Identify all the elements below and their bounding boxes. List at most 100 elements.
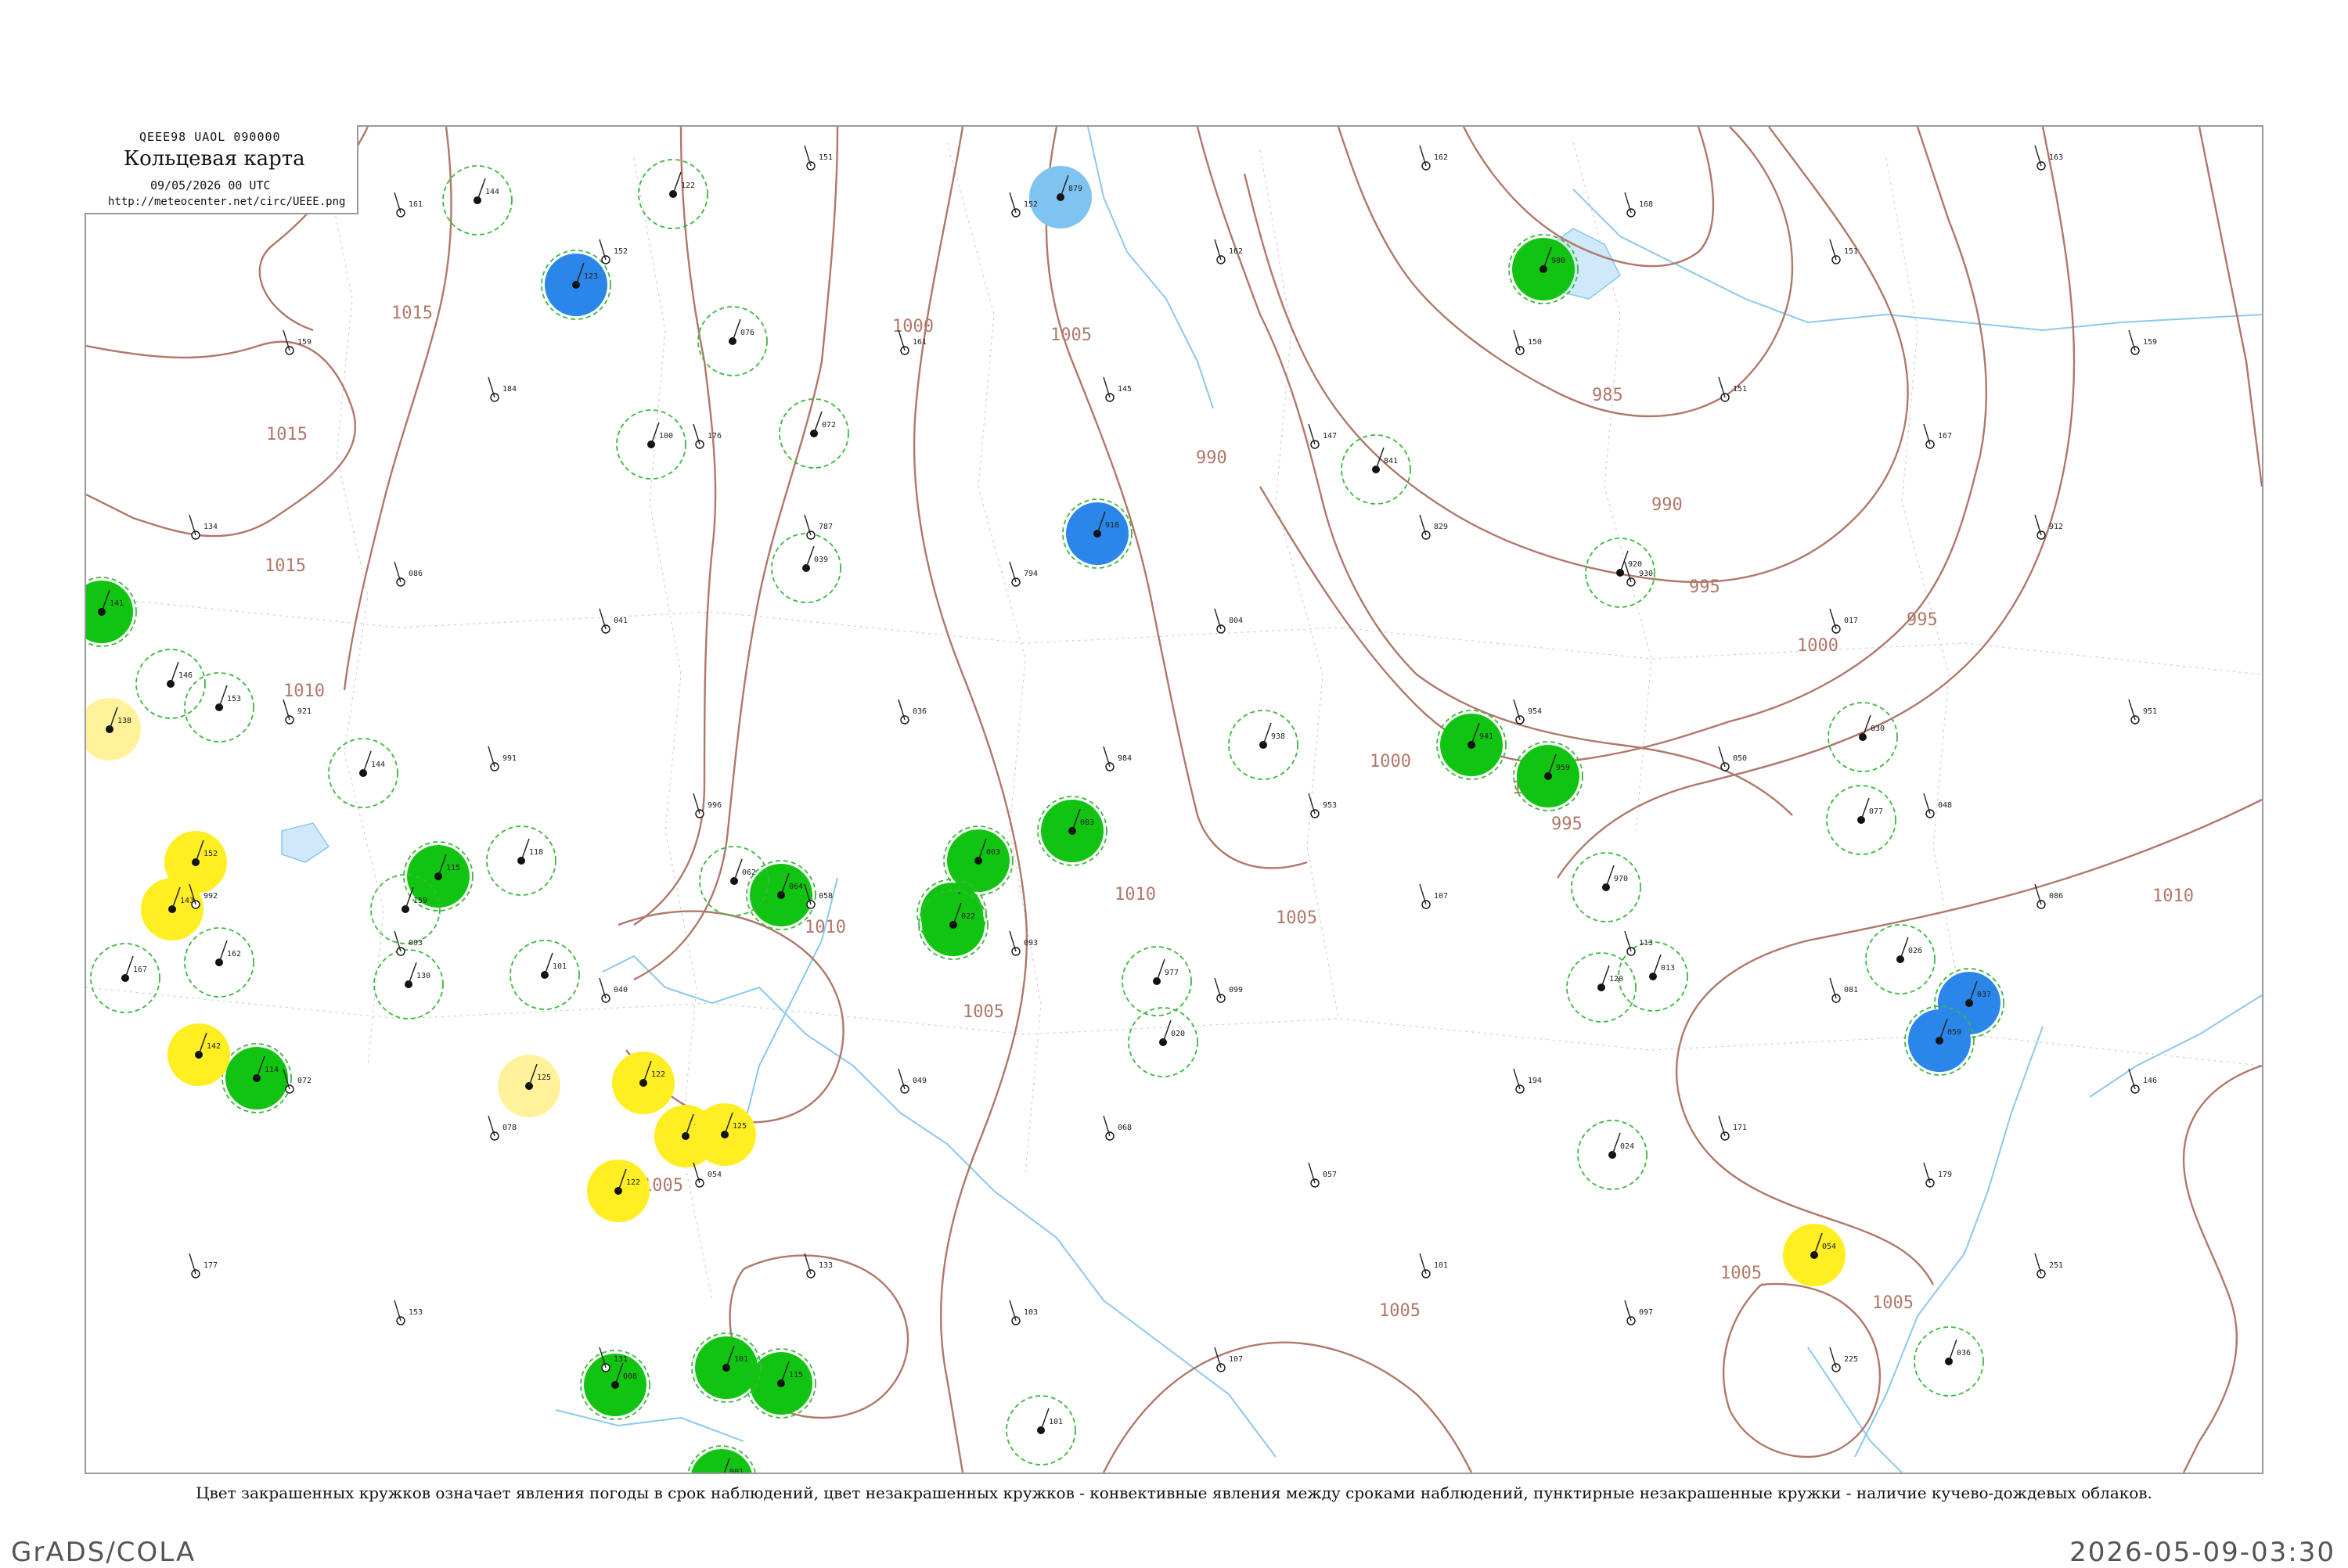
weather-station-ring[interactable]: 077 <box>1826 785 1896 855</box>
weather-station-ring[interactable]: 100 <box>616 409 686 480</box>
weather-station-rain[interactable]: 980 <box>1508 234 1579 304</box>
station-plot[interactable]: 161 <box>394 192 423 218</box>
station-plot[interactable]: 912 <box>2034 514 2063 540</box>
weather-station-ring[interactable]: 122 <box>638 159 708 229</box>
weather-station-ring[interactable]: 938 <box>1228 710 1298 780</box>
station-plot[interactable]: 048 <box>1923 793 1952 818</box>
station-plot[interactable]: 036 <box>898 699 927 725</box>
station-plot[interactable]: 103 <box>1009 1300 1038 1325</box>
station-plot[interactable]: 152 <box>599 239 628 264</box>
weather-station-rain[interactable]: 001 <box>687 1445 756 1473</box>
weather-station-ring[interactable]: 970 <box>1571 852 1641 922</box>
station-plot[interactable]: 794 <box>1009 561 1038 587</box>
weather-station-rain[interactable]: 083 <box>1037 796 1107 866</box>
station-plot[interactable]: 078 <box>488 1115 517 1141</box>
weather-station-ring[interactable]: 977 <box>1122 946 1192 1016</box>
weather-station-fog[interactable]: 122 <box>612 1052 675 1114</box>
station-plot[interactable]: 177 <box>189 1253 218 1278</box>
weather-station-rain[interactable]: 959 <box>1513 741 1583 811</box>
weather-station-haze[interactable]: 138 <box>86 698 141 761</box>
weather-station-fog[interactable]: 142 <box>167 1023 230 1086</box>
station-plot[interactable]: 251 <box>2034 1253 2063 1278</box>
weather-station-ring[interactable]: 130 <box>373 949 444 1020</box>
weather-station-ring[interactable]: 101 <box>510 940 580 1010</box>
station-plot[interactable]: 162 <box>1419 145 1448 171</box>
station-plot[interactable]: 163 <box>2034 145 2063 171</box>
station-plot[interactable]: 168 <box>1624 192 1653 218</box>
station-plot[interactable]: 050 <box>1718 746 1747 771</box>
station-plot[interactable]: 113 <box>1624 930 1653 956</box>
weather-station-ring[interactable]: 118 <box>486 825 556 896</box>
station-plot[interactable]: 804 <box>1214 608 1243 634</box>
weather-station-ring[interactable]: 162 <box>184 927 254 998</box>
station-plot[interactable]: 017 <box>1829 608 1858 634</box>
station-plot[interactable]: 054 <box>693 1162 722 1188</box>
station-plot[interactable]: 179 <box>1923 1162 1952 1188</box>
weather-station-ring[interactable]: 072 <box>779 398 849 469</box>
weather-station-ring[interactable]: 167 <box>90 943 160 1013</box>
weather-station-rain[interactable]: 101 <box>691 1332 762 1403</box>
station-plot[interactable]: 041 <box>599 608 628 634</box>
station-plot[interactable]: 101 <box>1419 1253 1448 1278</box>
station-plot[interactable]: 991 <box>488 746 517 771</box>
station-plot[interactable]: 159 <box>283 329 312 355</box>
station-plot[interactable]: 194 <box>1513 1068 1542 1094</box>
station-plot[interactable]: 146 <box>2128 1068 2157 1094</box>
weather-station-snow[interactable]: 123 <box>541 250 611 320</box>
station-plot[interactable]: 184 <box>488 376 517 402</box>
station-plot[interactable]: 086 <box>394 561 423 587</box>
station-plot[interactable]: 176 <box>693 423 722 449</box>
weather-station-rain[interactable]: 114 <box>221 1043 292 1113</box>
weather-station-rain[interactable]: 064 <box>746 860 816 930</box>
station-plot[interactable]: 093 <box>1009 930 1038 956</box>
weather-station-ring[interactable]: 101 <box>1006 1395 1076 1466</box>
station-plot[interactable]: 151 <box>804 145 833 171</box>
station-plot[interactable]: 081 <box>1829 977 1858 1003</box>
station-plot[interactable]: 996 <box>693 793 722 818</box>
weather-station-haze[interactable]: 125 <box>498 1055 560 1117</box>
weather-station-ring[interactable]: 144 <box>442 165 513 236</box>
weather-station-fog[interactable]: 122 <box>587 1160 650 1222</box>
station-plot[interactable]: 099 <box>1214 977 1243 1003</box>
weather-station-ring[interactable]: 120 <box>1566 952 1637 1023</box>
weather-station-snow[interactable]: 918 <box>1062 498 1133 569</box>
station-plot[interactable]: 951 <box>2128 699 2157 725</box>
weather-station-ring[interactable]: 144 <box>328 738 398 808</box>
station-plot[interactable]: 107 <box>1419 883 1448 909</box>
station-plot[interactable]: 171 <box>1718 1115 1747 1141</box>
weather-station-snow[interactable]: 059 <box>1904 1005 1975 1076</box>
station-plot[interactable]: 086 <box>2034 883 2063 909</box>
station-plot[interactable]: 167 <box>1923 423 1952 449</box>
station-plot[interactable]: 097 <box>1624 1300 1653 1325</box>
weather-station-ring[interactable]: 026 <box>1865 924 1936 994</box>
weather-station-fog[interactable]: 054 <box>1783 1224 1846 1286</box>
weather-station-rain[interactable]: 022 <box>918 890 989 960</box>
station-plot[interactable]: 145 <box>1103 376 1132 402</box>
station-plot[interactable]: 049 <box>898 1068 927 1094</box>
station-plot[interactable]: 225 <box>1829 1347 1858 1372</box>
station-plot[interactable]: 954 <box>1513 699 1542 725</box>
weather-station-fog[interactable]: 125 <box>693 1103 756 1166</box>
station-plot[interactable]: 072 <box>283 1068 312 1094</box>
station-plot[interactable]: 953 <box>1308 793 1337 818</box>
weather-station-thunder_light[interactable]: 879 <box>1029 166 1092 228</box>
station-plot[interactable]: 984 <box>1103 746 1132 771</box>
weather-station-rain[interactable]: 941 <box>1436 710 1507 780</box>
station-plot[interactable]: 162 <box>1214 239 1243 264</box>
weather-station-ring[interactable]: 024 <box>1577 1120 1648 1190</box>
station-plot[interactable]: 068 <box>1103 1115 1132 1141</box>
weather-station-ring[interactable]: 076 <box>697 306 768 376</box>
station-plot[interactable]: 147 <box>1308 423 1337 449</box>
weather-station-ring[interactable]: 039 <box>771 533 841 603</box>
weather-station-ring[interactable]: 036 <box>1914 1326 1984 1397</box>
weather-station-fog[interactable]: 143 <box>141 878 203 940</box>
station-plot[interactable]: 829 <box>1419 514 1448 540</box>
station-plot[interactable]: 159 <box>2128 329 2157 355</box>
weather-station-ring[interactable]: 030 <box>1828 702 1898 772</box>
station-plot[interactable]: 107 <box>1214 1347 1243 1372</box>
weather-station-rain[interactable]: 141 <box>86 577 137 647</box>
station-plot[interactable]: 057 <box>1308 1162 1337 1188</box>
weather-station-ring[interactable]: 020 <box>1128 1007 1198 1077</box>
station-plot[interactable]: 921 <box>283 699 312 725</box>
station-plot[interactable]: 153 <box>394 1300 423 1325</box>
